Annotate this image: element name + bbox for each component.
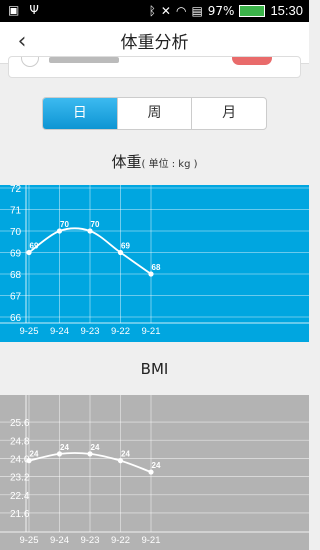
bmi-data-point bbox=[148, 469, 154, 475]
bmi-data-label: 24 bbox=[152, 461, 161, 470]
bmi-data-point bbox=[87, 451, 93, 457]
weight-data-label: 69 bbox=[30, 242, 39, 251]
tab-day[interactable]: 日 bbox=[43, 98, 118, 129]
mute-icon: ✕ bbox=[160, 3, 171, 18]
bmi-ytick-label: 25.6 bbox=[10, 418, 30, 429]
weight-xtick-label: 9-21 bbox=[141, 326, 160, 337]
weight-ytick-label: 69 bbox=[10, 249, 22, 260]
bmi-title-text: BMI bbox=[140, 360, 169, 378]
weight-data-label: 69 bbox=[121, 242, 130, 251]
notification-icon: ▤ bbox=[191, 3, 203, 18]
bmi-ytick-label: 21.6 bbox=[10, 509, 30, 520]
weight-title-text: 体重 bbox=[111, 153, 142, 171]
bmi-data-label: 24 bbox=[60, 443, 69, 452]
image-icon: ▣ bbox=[8, 3, 20, 17]
bmi-data-point bbox=[26, 458, 32, 464]
weight-data-label: 70 bbox=[91, 220, 100, 229]
weight-data-label: 68 bbox=[152, 263, 161, 272]
wifi-icon: ◠ bbox=[175, 3, 187, 18]
bmi-ytick-label: 23.2 bbox=[10, 473, 30, 484]
weight-xtick-label: 9-22 bbox=[111, 326, 130, 337]
bmi-data-point bbox=[56, 451, 63, 457]
status-bar: ▣ Ψ ᛒ ✕ ◠ ▤ 97% 15:30 bbox=[0, 0, 309, 22]
weight-data-point bbox=[148, 271, 154, 277]
weight-xtick-label: 9-23 bbox=[80, 326, 99, 337]
card-text bbox=[49, 57, 119, 63]
weight-ytick-label: 70 bbox=[10, 227, 22, 238]
weight-data-point bbox=[117, 249, 124, 256]
bmi-ytick-label: 24.8 bbox=[10, 436, 30, 447]
weight-ytick-label: 71 bbox=[10, 206, 22, 217]
period-tabs: 日 周 月 bbox=[42, 97, 267, 130]
weight-data-point bbox=[87, 228, 93, 234]
bmi-xtick-label: 9-24 bbox=[50, 535, 69, 546]
weight-ytick-label: 66 bbox=[10, 313, 22, 324]
bmi-chart: 25.6 24.8 24.0 23.2 22.4 21.6 9-25 9-24 9-23 9-22… bbox=[0, 395, 309, 550]
usb-icon: Ψ bbox=[29, 3, 39, 17]
bmi-chart-svg: 25.624.824.023.222.421.69-25 9-24 9-23 9-22… bbox=[0, 395, 309, 550]
bmi-chart-title: BMI bbox=[0, 360, 309, 378]
tab-month[interactable]: 月 bbox=[192, 98, 266, 129]
weight-unit-text: ( 单位 : kg ) bbox=[141, 159, 198, 170]
bmi-xtick-label: 9-21 bbox=[141, 535, 160, 546]
avatar bbox=[21, 57, 39, 67]
bmi-data-label: 24 bbox=[91, 443, 100, 452]
bmi-xtick-label: 9-25 bbox=[19, 535, 38, 546]
bluetooth-icon: ᛒ bbox=[148, 3, 156, 18]
bmi-ytick-label: 22.4 bbox=[10, 491, 30, 502]
clock: 15:30 bbox=[270, 3, 303, 18]
weight-chart-svg: 72 71 70 69 68 67 66 9-25 9-24 9-23 9-22 9-21 69 70 70… bbox=[0, 185, 309, 342]
battery-percent: 97% bbox=[207, 3, 235, 18]
bmi-xtick-label: 9-22 bbox=[111, 535, 130, 546]
weight-xtick-label: 9-25 bbox=[19, 326, 38, 337]
bmi-data-label: 24 bbox=[121, 450, 130, 459]
bmi-data-label: 24 bbox=[30, 450, 39, 459]
weight-data-point bbox=[56, 228, 63, 234]
weight-chart: 72 71 70 69 68 67 66 9-25 9-24 9-23 9-22 9-21 69 70 70… bbox=[0, 185, 309, 342]
summary-card bbox=[8, 56, 301, 78]
battery-icon bbox=[239, 4, 266, 17]
weight-data-label: 70 bbox=[60, 220, 69, 229]
weight-data-point bbox=[26, 249, 32, 256]
weight-chart-title: 体重( 单位 : kg ) bbox=[0, 151, 309, 172]
weight-xtick-label: 9-24 bbox=[50, 326, 69, 337]
weight-ytick-label: 68 bbox=[10, 270, 22, 281]
bmi-data-point bbox=[117, 458, 124, 464]
weight-ytick-label: 72 bbox=[10, 185, 22, 195]
bmi-xtick-label: 9-23 bbox=[80, 535, 99, 546]
status-badge[interactable] bbox=[232, 57, 272, 65]
tab-week[interactable]: 周 bbox=[118, 98, 193, 129]
weight-ytick-label: 67 bbox=[10, 292, 22, 303]
bmi-background bbox=[0, 395, 309, 550]
